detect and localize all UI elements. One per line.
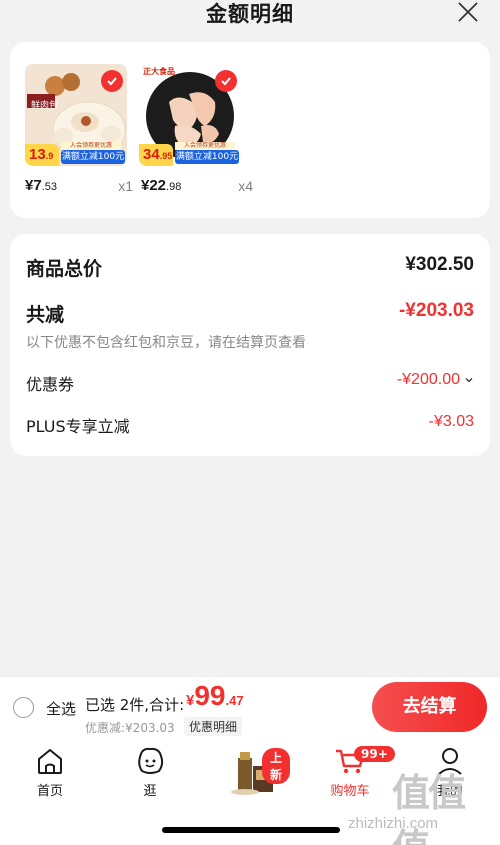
browse-face-icon: [138, 747, 164, 774]
selected-check-icon[interactable]: [215, 70, 237, 92]
product-qty: x4: [238, 178, 253, 194]
selected-check-icon[interactable]: [101, 70, 123, 92]
home-indicator: [162, 827, 340, 833]
plus-label: PLUS专享立减: [26, 417, 130, 436]
tab-home[interactable]: 首页: [10, 744, 90, 799]
promo-text: 满额立减100元: [175, 150, 239, 164]
header: 金额明细: [0, 0, 500, 30]
product-image[interactable]: 正大食品 入会领券更优惠 34.95 满额立减100元: [139, 64, 241, 166]
total-value: ¥302.50: [405, 254, 474, 275]
reduce-label: 共减: [26, 304, 65, 326]
promo-price: 34.95: [139, 144, 173, 166]
plus-value: -¥3.03: [428, 413, 474, 430]
product-item[interactable]: 鲜肉包 入会领券更优惠 13.9 满额立减100元 ¥7.53 x1: [25, 64, 133, 194]
cart-count-badge: 99+: [354, 746, 395, 762]
select-all-label[interactable]: 全选: [46, 698, 76, 719]
total-label: 商品总价: [26, 258, 103, 280]
product-qty: x1: [118, 178, 133, 194]
discount-line: 优惠减:¥203.03: [85, 721, 175, 735]
tab-promo[interactable]: 上新: [210, 744, 290, 796]
page-title: 金额明细: [206, 2, 294, 26]
selected-info: 已选 2件,合计:: [85, 696, 185, 714]
watermark-text: zhizhizhi.com: [348, 815, 439, 832]
promo-tag: 入会领券更优惠: [175, 142, 235, 150]
coupon-value[interactable]: -¥200.00: [397, 371, 474, 389]
discount-note: 以下优惠不包含红包和京豆，请在结算页查看: [26, 335, 306, 351]
products-card: 鲜肉包 入会领券更优惠 13.9 满额立减100元 ¥7.53 x1 正大食品: [10, 42, 490, 218]
brand-logo: 正大食品: [143, 67, 175, 76]
discount-detail-link[interactable]: 优惠明细: [184, 717, 243, 736]
promo-strip: 入会领券更优惠 34.95 满额立减100元: [139, 140, 241, 166]
checkout-bar: 全选 已选 2件,合计: ¥99.47 优惠减:¥203.03 优惠明细 去结算: [0, 676, 500, 738]
summary-card: 商品总价 ¥302.50 共减 -¥203.03 以下优惠不包含红包和京豆，请在…: [10, 234, 490, 456]
tab-label: 首页: [36, 784, 63, 799]
product-item[interactable]: 正大食品 入会领券更优惠 34.95 满额立减100元 ¥22.98 x4: [139, 64, 253, 194]
checkout-total: ¥99.47: [186, 680, 244, 711]
watermark-logo: 值值值: [392, 771, 466, 845]
product-price: ¥7.53: [25, 177, 57, 194]
checkout-button[interactable]: 去结算: [372, 682, 487, 732]
promo-tag: 入会领券更优惠: [61, 142, 121, 150]
tab-badge-new: 上新: [262, 748, 290, 784]
product-price: ¥22.98: [141, 177, 182, 194]
reduce-value: -¥203.03: [398, 300, 474, 321]
close-icon[interactable]: [456, 0, 480, 24]
promo-strip: 入会领券更优惠 13.9 满额立减100元: [25, 140, 127, 166]
product-name: 鲜肉包: [31, 101, 59, 111]
select-all-radio[interactable]: [13, 697, 34, 718]
tab-browse[interactable]: 逛: [110, 744, 190, 799]
home-icon: [38, 749, 62, 774]
coupon-label: 优惠券: [26, 375, 75, 394]
tab-label: 购物车: [330, 784, 370, 799]
tab-cart[interactable]: 购物车 99+: [310, 744, 395, 799]
promo-price: 13.9: [25, 144, 59, 166]
product-image[interactable]: 鲜肉包 入会领券更优惠 13.9 满额立减100元: [25, 64, 127, 166]
promo-text: 满额立减100元: [61, 150, 125, 164]
chevron-down-icon[interactable]: [464, 375, 474, 385]
tab-label: 逛: [143, 784, 157, 799]
